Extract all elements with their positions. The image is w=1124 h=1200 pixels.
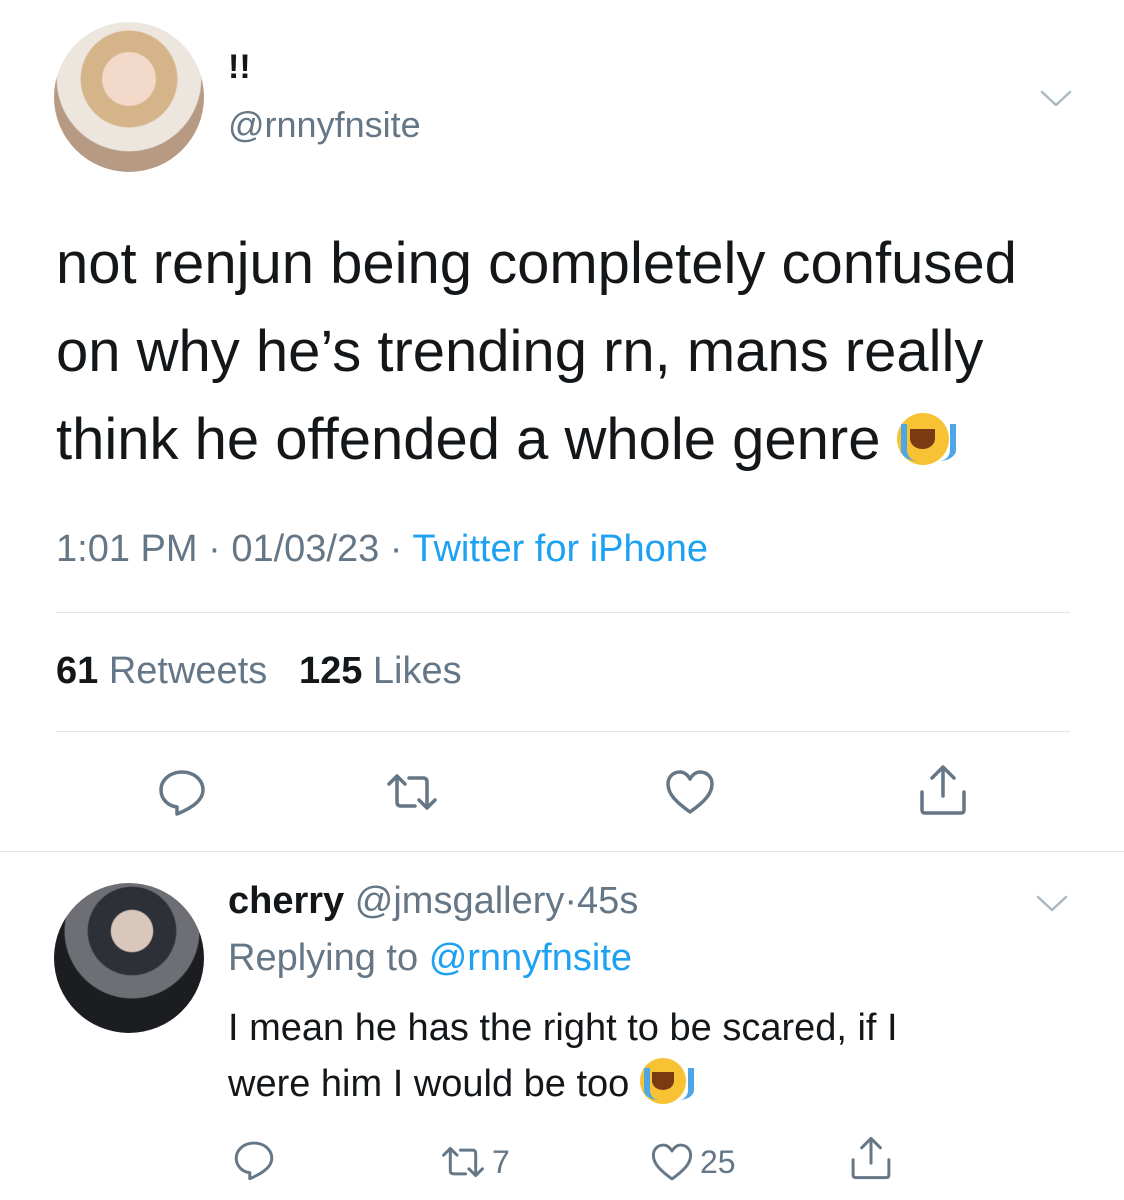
meta-separator: · — [208, 528, 221, 570]
share-icon — [920, 765, 966, 815]
share-button[interactable] — [916, 762, 970, 818]
heart-icon — [651, 1143, 693, 1181]
like-button[interactable] — [664, 766, 716, 818]
chevron-down-icon[interactable] — [1036, 78, 1076, 118]
reply-handle[interactable]: @jmsgallery — [355, 880, 565, 922]
share-button[interactable] — [848, 1134, 894, 1182]
like-count: 25 — [700, 1143, 736, 1180]
retweet-icon — [387, 774, 437, 810]
reply-button[interactable] — [232, 1138, 276, 1182]
tweet-text-line: think he offended a whole genre — [56, 396, 1066, 484]
avatar[interactable] — [54, 22, 204, 172]
tweet-source-link[interactable]: Twitter for iPhone — [412, 528, 708, 570]
avatar[interactable] — [54, 883, 204, 1033]
reply-text-line: were him I would be too — [228, 1056, 1088, 1112]
reply-text-segment: were him I would be too — [228, 1063, 630, 1105]
user-handle[interactable]: @rnnyfnsite — [228, 104, 421, 146]
tweet-text-line: not renjun being completely confused — [56, 231, 1017, 296]
reply-text-line: I mean he has the right to be scared, if… — [228, 1007, 898, 1049]
divider — [56, 612, 1070, 613]
loudly-crying-face-icon — [639, 1058, 695, 1104]
tweet-date: 01/03/23 — [231, 528, 380, 570]
retweet-button[interactable] — [385, 766, 439, 818]
share-icon — [851, 1136, 891, 1180]
reply-icon — [159, 770, 205, 816]
reply-time: 45s — [577, 880, 639, 922]
likes-label: Likes — [372, 650, 462, 692]
divider — [56, 731, 1070, 732]
reply-text: I mean he has the right to be scared, if… — [228, 1000, 1088, 1112]
retweet-count: 7 — [492, 1143, 510, 1180]
reply-header: cherry @jmsgallery·45s — [228, 880, 638, 923]
meta-separator: · — [564, 880, 578, 922]
retweets-count: 61 — [56, 650, 99, 692]
tweet-meta: 1:01 PM · 01/03/23 · Twitter for iPhone — [56, 528, 708, 571]
tweet-text-segment: think he offended a whole genre — [56, 407, 881, 472]
divider — [0, 851, 1124, 852]
retweet-icon — [442, 1146, 484, 1178]
chevron-down-icon[interactable] — [1032, 883, 1072, 923]
likes-stat[interactable]: 125 Likes — [299, 650, 462, 692]
meta-separator: · — [389, 528, 403, 570]
retweets-stat[interactable]: 61 Retweets — [56, 650, 267, 692]
retweets-label: Retweets — [108, 650, 268, 692]
likes-count: 125 — [298, 650, 363, 692]
reply-button[interactable] — [156, 766, 208, 818]
replying-label: Replying to — [228, 937, 419, 979]
retweet-button[interactable]: 7 — [440, 1140, 510, 1184]
tweet-text: not renjun being completely confused on … — [56, 220, 1066, 484]
loudly-crying-face-icon — [896, 413, 957, 465]
replying-handle-link[interactable]: @rnnyfnsite — [429, 937, 632, 979]
heart-icon — [666, 770, 714, 814]
reply-display-name[interactable]: cherry — [228, 880, 344, 922]
tweet-text-line: on why he’s trending rn, mans really — [56, 319, 984, 384]
like-button[interactable]: 25 — [650, 1140, 736, 1184]
replying-to: Replying to @rnnyfnsite — [228, 937, 632, 980]
display-name[interactable]: !! — [228, 48, 251, 87]
tweet-stats: 61 Retweets 125 Likes — [56, 650, 462, 693]
tweet-time: 1:01 PM — [56, 528, 198, 570]
reply-icon — [234, 1141, 274, 1181]
